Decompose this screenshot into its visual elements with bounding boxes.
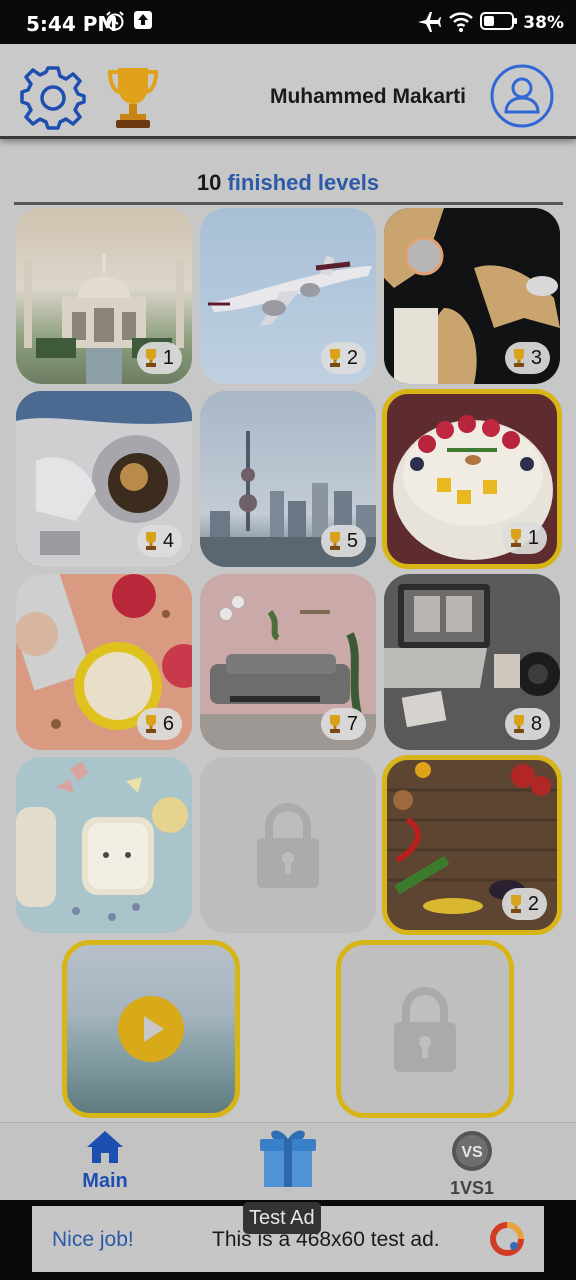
home-icon [87, 1131, 123, 1163]
trophy-icon [329, 715, 340, 733]
level-tile-5[interactable]: 5 [200, 391, 376, 567]
svg-text:VS: VS [461, 1144, 483, 1161]
trophy-icon [513, 349, 524, 367]
nav-1vs1[interactable]: VS 1VS1 [446, 1129, 498, 1199]
level-tile-3[interactable]: 3 [384, 208, 560, 384]
level-tile-6[interactable]: 1 [382, 389, 562, 569]
finished-count: 10 [196, 170, 222, 195]
stars-count: 1 [527, 526, 539, 549]
stars-count: 2 [527, 892, 539, 915]
stars-count: 4 [162, 529, 174, 552]
stars-badge: 1 [501, 522, 547, 554]
nav-main[interactable]: Main [78, 1129, 132, 1193]
stars-badge: 2 [501, 888, 547, 920]
stars-badge: 2 [320, 342, 366, 374]
nav-main-label: Main [82, 1170, 128, 1192]
lock-icon [257, 803, 319, 888]
gear-icon[interactable] [20, 64, 86, 130]
divider [14, 202, 563, 205]
test-ad-label: Test Ad [243, 1202, 321, 1234]
trophy-icon [513, 715, 524, 733]
airplane-mode-icon [418, 12, 441, 32]
trophy-icon [510, 895, 521, 913]
alarm-icon [106, 11, 124, 31]
stars-count: 6 [162, 712, 174, 735]
stars-count: 8 [530, 712, 542, 735]
play-icon[interactable] [118, 996, 184, 1062]
upload-notification-icon [134, 11, 152, 29]
gift-icon[interactable] [258, 1125, 318, 1189]
level-tile-9[interactable]: 8 [384, 574, 560, 750]
stars-badge: 5 [320, 525, 366, 557]
stars-badge: 4 [136, 525, 182, 557]
battery-percent: 38% [523, 13, 564, 33]
trophy-icon [145, 532, 156, 550]
trophy-icon [145, 715, 156, 733]
trophy-icon [329, 532, 340, 550]
status-bar: 5:44 PM 38% [0, 0, 576, 44]
app-header: Muhammed Makarti [0, 44, 576, 139]
stars-count: 1 [162, 346, 174, 369]
battery-icon [480, 12, 517, 30]
bottom-nav: Main VS 1VS1 [0, 1122, 576, 1201]
level-tile-7[interactable]: 6 [16, 574, 192, 750]
lock-icon [394, 987, 456, 1072]
level-tile-10[interactable] [16, 757, 192, 933]
stars-badge: 7 [320, 708, 366, 740]
profile-avatar-icon[interactable] [490, 64, 554, 128]
nav-1vs1-label: 1VS1 [449, 1178, 495, 1198]
locked-bonus-tile[interactable] [336, 940, 514, 1118]
stars-badge: 8 [504, 708, 550, 740]
ad-logo-icon[interactable] [490, 1222, 524, 1256]
trophy-icon [145, 349, 156, 367]
trophy-icon [329, 349, 340, 367]
stars-badge: 6 [136, 708, 182, 740]
stars-count: 3 [530, 346, 542, 369]
level-tile-12[interactable]: 2 [382, 755, 562, 935]
level-tile-2[interactable]: 2 [200, 208, 376, 384]
level-tile-1[interactable]: 1 [16, 208, 192, 384]
username: Muhammed Makarti [269, 85, 466, 108]
toast-image [16, 761, 188, 921]
stars-count: 5 [346, 529, 358, 552]
wifi-icon [449, 12, 473, 32]
finished-label: finished levels [227, 170, 380, 195]
level-tile-locked[interactable] [200, 757, 376, 933]
stars-badge: 3 [504, 342, 550, 374]
stars-badge: 1 [136, 342, 182, 374]
stars-count: 2 [346, 346, 358, 369]
video-reward-tile[interactable] [62, 940, 240, 1118]
finished-levels-heading: 10 finished levels [0, 170, 576, 196]
level-tile-8[interactable]: 7 [200, 574, 376, 750]
versus-icon: VS [452, 1131, 492, 1171]
ad-headline[interactable]: Nice job! [52, 1228, 134, 1252]
stars-count: 7 [346, 712, 358, 735]
level-tile-4[interactable]: 4 [16, 391, 192, 567]
trophy-icon [510, 529, 521, 547]
trophy-icon[interactable] [106, 64, 160, 130]
